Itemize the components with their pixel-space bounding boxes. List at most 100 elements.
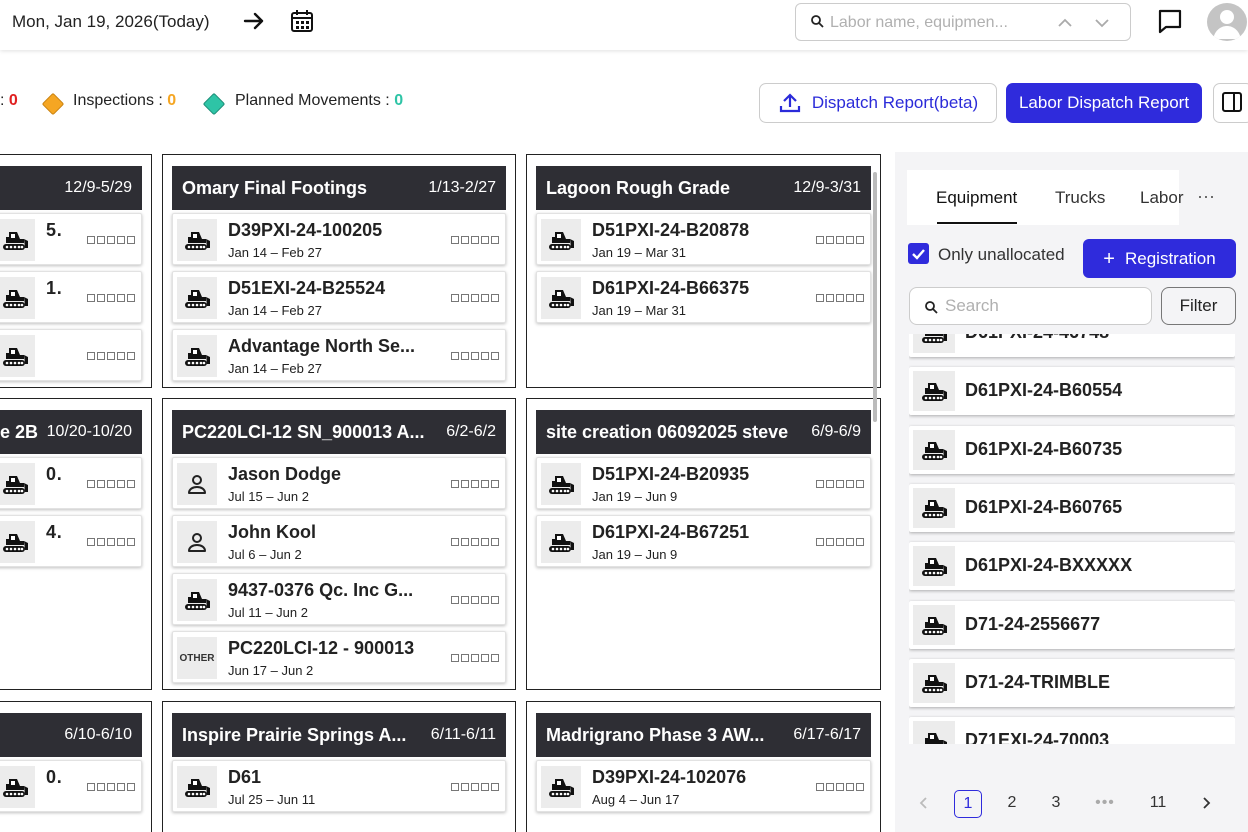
equipment-item[interactable]: D61PXI-24-B60554 bbox=[909, 367, 1235, 416]
dispatch-report-button[interactable]: Dispatch Report(beta) bbox=[759, 83, 997, 123]
assignment-card[interactable]: D61 Jul 25 – Jun 11 bbox=[172, 760, 506, 812]
chevron-up-icon[interactable] bbox=[1055, 13, 1075, 33]
equipment-search[interactable] bbox=[909, 287, 1152, 325]
search-icon bbox=[811, 15, 824, 28]
equipment-item[interactable]: D61PXI-24-46748 bbox=[909, 334, 1235, 357]
next-page-icon[interactable] bbox=[1192, 790, 1220, 818]
equipment-item[interactable]: D71-24-2556677 bbox=[909, 600, 1235, 649]
tab-underline bbox=[937, 222, 1017, 224]
calendar-icon[interactable] bbox=[289, 8, 315, 34]
job-header[interactable]: 12/9-5/29 bbox=[0, 166, 142, 210]
job-column: site creation 06092025 steve 6/9-6/9 D51PX… bbox=[526, 398, 881, 690]
toggle-panel-button[interactable] bbox=[1213, 83, 1248, 123]
assignment-name: 099 bbox=[46, 464, 61, 484]
chevron-down-icon[interactable] bbox=[1092, 13, 1112, 33]
job-header[interactable]: Omary Final Footings 1/13-2/27 bbox=[172, 166, 506, 210]
assignment-card[interactable]: OTHER PC220LCI-12 - 900013 Jun 17 – Jun 2 bbox=[172, 631, 506, 683]
equipment-name: D61PXI-24-B60735 bbox=[965, 438, 1123, 459]
assignment-card[interactable]: 5209 bbox=[0, 213, 142, 265]
job-column: 12/9-5/29 5209 18 bbox=[0, 154, 152, 388]
assignment-card[interactable]: D39PXI-24-100205 Jan 14 – Feb 27 bbox=[172, 213, 506, 265]
page-number[interactable]: 2 bbox=[998, 790, 1026, 818]
assignment-card[interactable]: D51PXI-24-B20878 Jan 19 – Mar 31 bbox=[536, 213, 871, 265]
more-tabs-button[interactable]: ··· bbox=[1197, 186, 1215, 207]
labor-dispatch-report-button[interactable]: Labor Dispatch Report bbox=[1006, 83, 1202, 123]
dispatch-report-label: Dispatch Report(beta) bbox=[811, 93, 979, 112]
job-header[interactable]: 6/10-6/10 bbox=[0, 713, 142, 757]
assignment-card[interactable]: Advantage North Se... Jan 14 – Feb 27 bbox=[172, 329, 506, 381]
assignment-dates: Jan 19 – Jun 9 bbox=[592, 547, 678, 562]
equipment-item[interactable]: D61PXI-24-B60735 bbox=[909, 425, 1235, 474]
job-header[interactable]: PC220LCI-12 SN_900013 A... 6/2-6/2 bbox=[172, 410, 506, 454]
assignment-card[interactable] bbox=[0, 329, 142, 381]
arrow-right-icon[interactable] bbox=[241, 8, 267, 34]
bulldozer-icon bbox=[541, 219, 581, 261]
page-number[interactable]: 3 bbox=[1042, 790, 1070, 818]
assignment-card[interactable]: D61PXI-24-B67251 Jan 19 – Jun 9 bbox=[536, 515, 871, 567]
equipment-item[interactable]: D61PXI-24-B60765 bbox=[909, 483, 1235, 532]
job-column: Lagoon Rough Grade 12/9-3/31 D51PXI-24-B20… bbox=[526, 154, 881, 388]
chat-icon[interactable] bbox=[1157, 8, 1183, 34]
assignment-name: D51PXI-24-B20878 bbox=[592, 220, 750, 240]
registration-label: Registration bbox=[1124, 248, 1216, 268]
day-status-boxes bbox=[87, 538, 135, 546]
assignment-card[interactable]: D39PXI-24-102076 Aug 4 – Jun 17 bbox=[536, 760, 871, 812]
equipment-item[interactable]: D71-24-TRIMBLE bbox=[909, 658, 1235, 707]
bulldozer-icon bbox=[0, 219, 35, 261]
assignment-card[interactable]: D61PXI-24-B66375 Jan 19 – Mar 31 bbox=[536, 271, 871, 323]
board-scrollbar[interactable] bbox=[873, 172, 877, 422]
bulldozer-icon bbox=[0, 766, 35, 808]
other-icon: OTHER bbox=[177, 637, 217, 679]
assignment-card[interactable]: 008 bbox=[0, 760, 142, 812]
job-header[interactable]: Madrigrano Phase 3 AW... 6/17-6/17 bbox=[536, 713, 871, 757]
assignment-name: D39PXI-24-100205 bbox=[228, 220, 383, 240]
person-icon bbox=[177, 463, 217, 505]
inspections-count: 0 bbox=[167, 92, 177, 109]
assignment-dates: Jun 17 – Jun 2 bbox=[228, 663, 314, 678]
assignment-dates: Jan 14 – Feb 27 bbox=[228, 303, 322, 318]
bulldozer-icon bbox=[0, 521, 35, 563]
plus-icon: + bbox=[1103, 247, 1115, 270]
job-column: e 2B 10/20-10/20 099 45072 bbox=[0, 398, 152, 690]
job-header[interactable]: e 2B 10/20-10/20 bbox=[0, 410, 142, 454]
equipment-item[interactable]: D71EXI-24-70003 bbox=[909, 717, 1235, 744]
resource-tabs: Equipment Trucks Labor bbox=[907, 170, 1183, 225]
check-icon bbox=[912, 249, 925, 260]
tab-trucks[interactable]: Trucks bbox=[1055, 188, 1105, 208]
equipment-search-input[interactable] bbox=[945, 296, 1135, 316]
job-header[interactable]: Lagoon Rough Grade 12/9-3/31 bbox=[536, 166, 871, 210]
page-number[interactable]: ••• bbox=[1091, 790, 1119, 818]
job-header[interactable]: Inspire Prairie Springs A... 6/11-6/11 bbox=[172, 713, 506, 757]
day-status-boxes bbox=[816, 783, 864, 791]
only-unallocated-checkbox[interactable] bbox=[908, 243, 929, 264]
assignment-card[interactable]: 18 bbox=[0, 271, 142, 323]
bulldozer-icon bbox=[177, 579, 217, 621]
global-search[interactable] bbox=[795, 3, 1131, 41]
day-status-boxes bbox=[451, 236, 499, 244]
assignment-card[interactable]: 099 bbox=[0, 457, 142, 509]
bulldozer-icon bbox=[913, 604, 955, 645]
equipment-item[interactable]: D61PXI-24-BXXXXX bbox=[909, 542, 1235, 591]
prev-page-icon[interactable] bbox=[910, 790, 938, 818]
filter-button[interactable]: Filter bbox=[1161, 287, 1236, 325]
page-number[interactable]: 1 bbox=[954, 790, 982, 818]
assignment-card[interactable]: Jason Dodge Jul 15 – Jun 2 bbox=[172, 457, 506, 509]
assignment-card[interactable]: D51EXI-24-B25524 Jan 14 – Feb 27 bbox=[172, 271, 506, 323]
page-number[interactable]: 11 bbox=[1144, 790, 1172, 818]
global-search-input[interactable] bbox=[830, 11, 1020, 35]
tab-labor[interactable]: Labor bbox=[1140, 188, 1183, 208]
avatar[interactable] bbox=[1207, 3, 1247, 41]
day-status-boxes bbox=[451, 538, 499, 546]
assignment-card[interactable]: D51PXI-24-B20935 Jan 19 – Jun 9 bbox=[536, 457, 871, 509]
bulldozer-icon bbox=[913, 371, 955, 412]
assignment-card[interactable]: John Kool Jul 6 – Jun 2 bbox=[172, 515, 506, 567]
job-dates: 12/9-5/29 bbox=[64, 179, 132, 196]
day-status-boxes bbox=[451, 596, 499, 604]
job-header[interactable]: site creation 06092025 steve 6/9-6/9 bbox=[536, 410, 871, 454]
registration-button[interactable]: + Registration bbox=[1083, 239, 1236, 278]
assignment-card[interactable]: 9437-0376 Qc. Inc G... Jul 11 – Jun 2 bbox=[172, 573, 506, 625]
tab-equipment[interactable]: Equipment bbox=[936, 188, 1017, 208]
bulldozer-icon bbox=[177, 277, 217, 319]
assignment-dates: Jan 14 – Feb 27 bbox=[228, 245, 322, 260]
assignment-card[interactable]: 45072 bbox=[0, 515, 142, 567]
